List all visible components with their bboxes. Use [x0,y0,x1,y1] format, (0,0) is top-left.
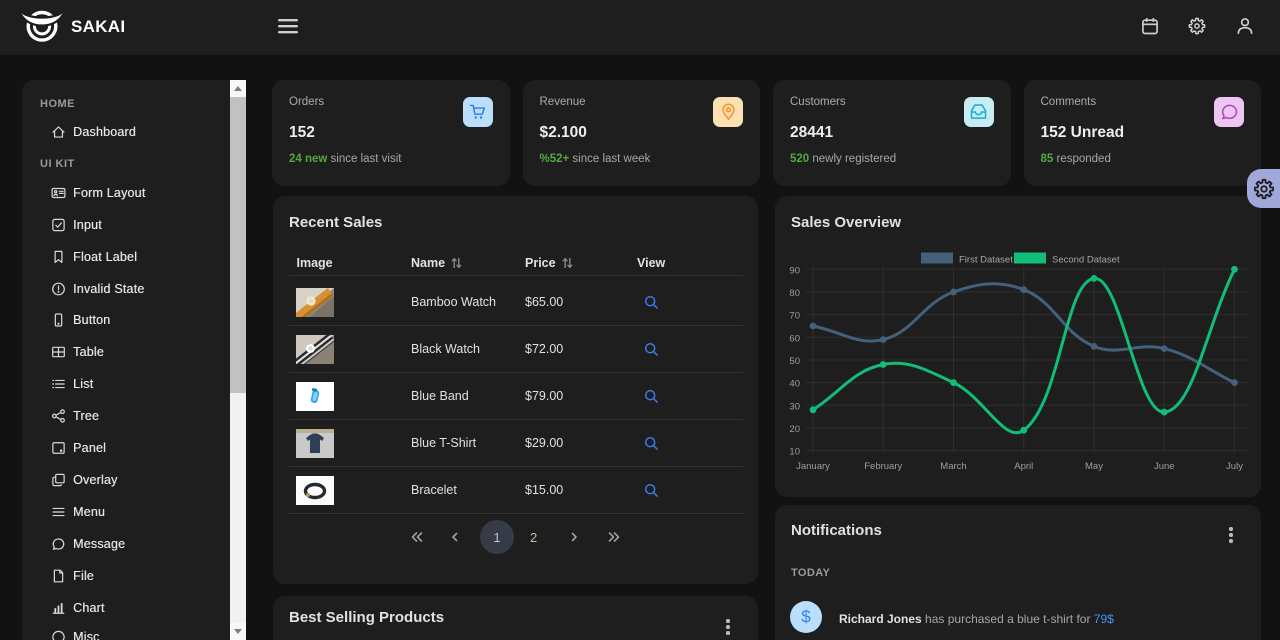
svg-text:10: 10 [789,447,800,458]
svg-text:January: January [796,461,830,472]
svg-text:First Dataset: First Dataset [959,255,1013,266]
svg-text:30: 30 [789,401,800,412]
svg-text:80: 80 [789,288,800,299]
svg-text:June: June [1154,461,1175,472]
svg-text:20: 20 [789,424,800,435]
svg-text:40: 40 [789,379,800,390]
svg-text:60: 60 [789,333,800,344]
svg-text:April: April [1014,461,1033,472]
svg-text:90: 90 [789,265,800,276]
svg-text:March: March [940,461,966,472]
svg-text:70: 70 [789,311,800,322]
svg-text:50: 50 [789,356,800,367]
svg-text:February: February [864,461,902,472]
svg-text:May: May [1085,461,1103,472]
svg-text:July: July [1226,461,1243,472]
svg-text:Second Dataset: Second Dataset [1052,255,1120,266]
